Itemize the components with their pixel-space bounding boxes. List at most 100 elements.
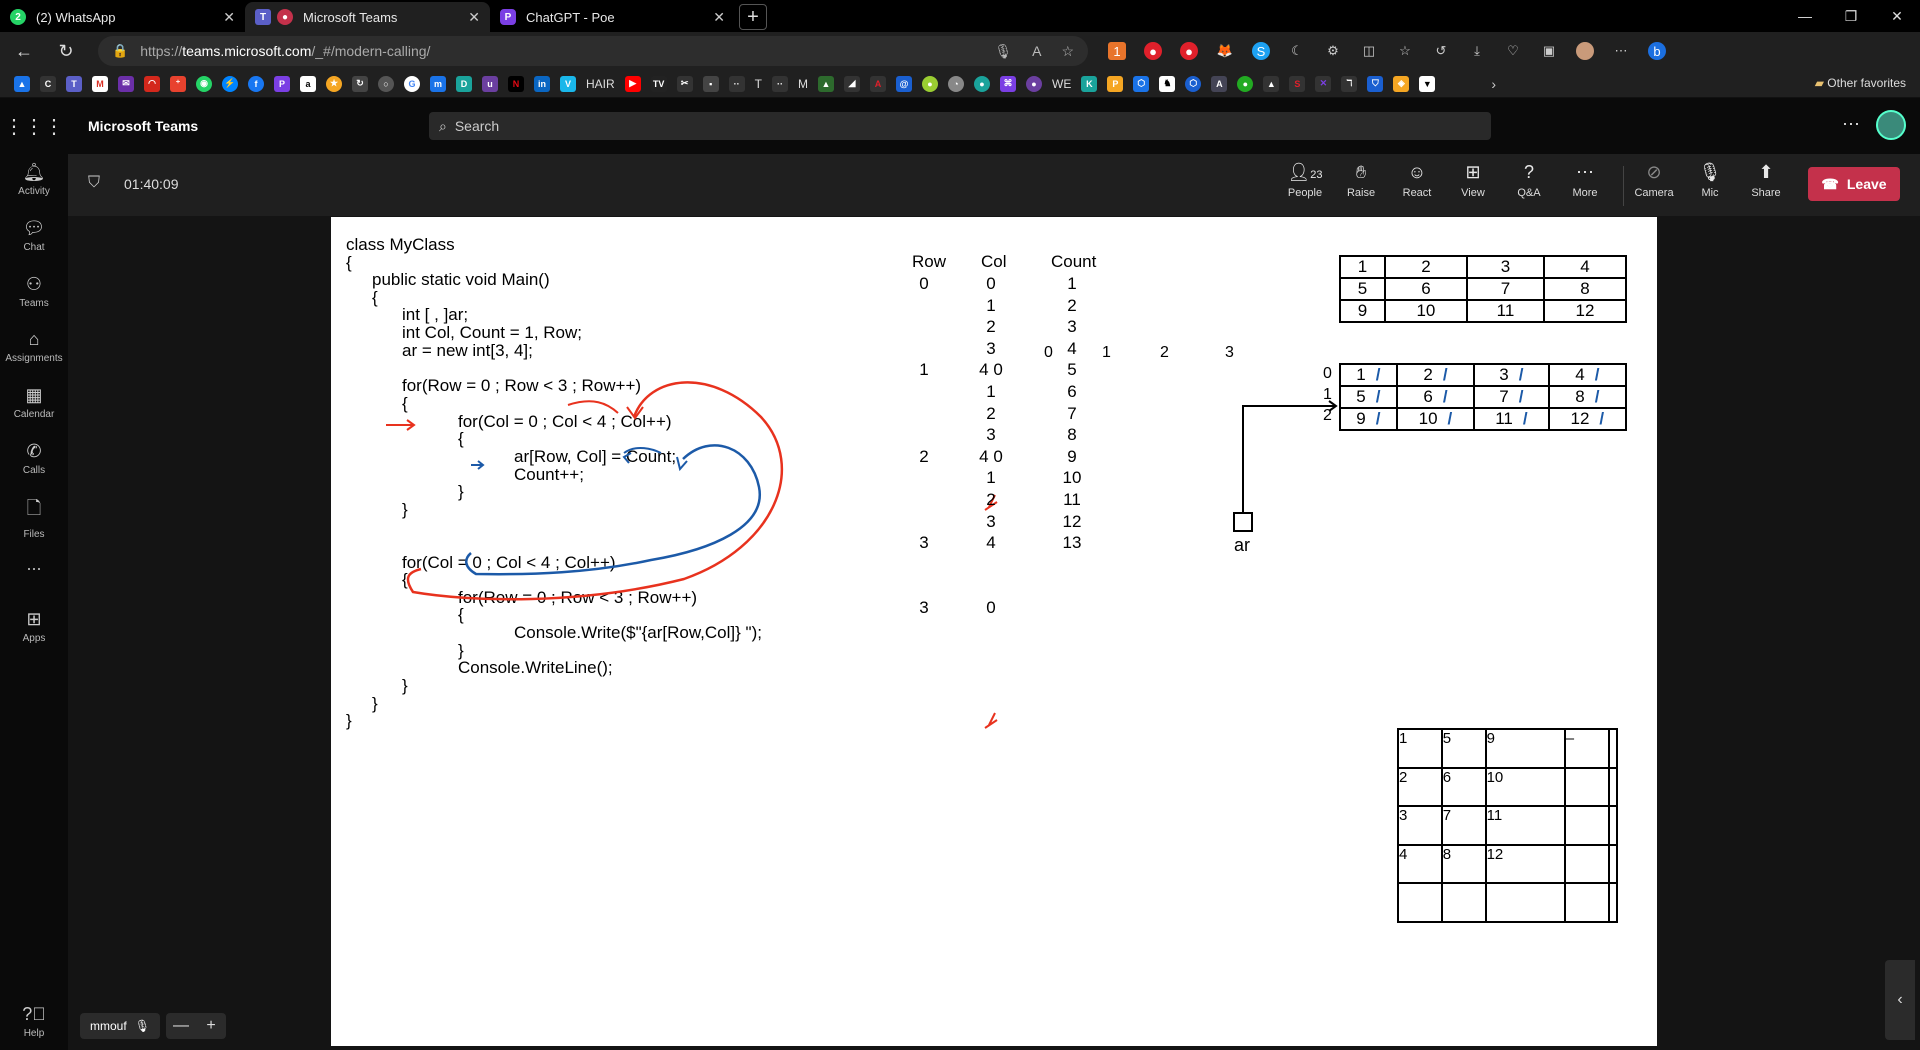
google-icon[interactable]: G (404, 75, 420, 92)
bookmark-icon[interactable]: ◠ (144, 75, 160, 92)
bookmark-icon[interactable]: ◢ (844, 75, 861, 92)
rail-item-assignments[interactable]: ⌂ Assignments (0, 329, 68, 364)
bookmark-icon[interactable]: D (456, 75, 472, 92)
download-icon[interactable]: ⤓ (1468, 42, 1486, 60)
close-window-icon[interactable]: ✕ (1874, 0, 1920, 32)
zoom-in-button[interactable]: + (196, 1017, 226, 1035)
extension-icon[interactable]: ● (1144, 42, 1162, 60)
mic-button[interactable]: 🎙︎ Mic (1682, 162, 1738, 199)
extensions-icon[interactable]: ⚙ (1324, 42, 1342, 60)
bookmark-icon[interactable]: ·· (772, 75, 789, 92)
performance-icon[interactable]: ♡ (1504, 42, 1522, 60)
amazon-icon[interactable]: a (300, 75, 316, 92)
rail-item-apps[interactable]: ⊞ Apps (0, 609, 68, 644)
bookmark-icon[interactable]: ▪ (702, 75, 719, 92)
url-field[interactable]: 🔒 https://teams.microsoft.com/_#/modern-… (98, 36, 1088, 66)
profile-avatar[interactable] (1576, 42, 1594, 60)
bookmark-icon[interactable]: @ (896, 75, 913, 92)
rail-item-more[interactable]: ... (0, 554, 68, 575)
rail-item-teams[interactable]: ⚇ Teams (0, 274, 68, 309)
bookmark-icon[interactable]: ▲ (1263, 75, 1280, 92)
tab-teams[interactable]: T ● Microsoft Teams ✕ (245, 2, 490, 32)
extension-icon[interactable]: ● (1180, 42, 1198, 60)
rail-item-chat[interactable]: 💬︎ Chat (0, 218, 68, 253)
more-button[interactable]: ⋯ More (1557, 162, 1613, 199)
bing-icon[interactable]: b (1648, 42, 1666, 60)
bookmark-m[interactable]: M (798, 77, 808, 91)
mic-icon[interactable]: 🎙 (994, 43, 1012, 60)
people-button[interactable]: 👤︎23 People (1277, 162, 1333, 199)
new-tab-button[interactable]: + (739, 4, 767, 30)
close-icon[interactable]: ✕ (223, 9, 235, 26)
refresh-icon[interactable]: ↻ (48, 36, 84, 66)
rail-item-calendar[interactable]: ▦ Calendar (0, 385, 68, 420)
bookmark-icon[interactable]: ↻ (352, 75, 368, 92)
dark-mode-icon[interactable]: ☾ (1288, 42, 1306, 60)
raise-hand-button[interactable]: ✋︎ Raise (1333, 162, 1389, 199)
metamask-icon[interactable]: 🦊 (1216, 42, 1234, 60)
messenger-icon[interactable]: ⚡ (222, 75, 238, 92)
bookmark-icon[interactable]: ⌘ (1000, 75, 1017, 92)
bookmark-icon[interactable]: ● (1237, 75, 1254, 92)
bookmark-icon[interactable]: A (870, 75, 887, 92)
collapse-panel-button[interactable]: ‹ (1885, 960, 1915, 1040)
bookmark-icon[interactable]: A (1211, 75, 1228, 92)
bookmark-icon[interactable]: ▼ (1419, 75, 1436, 92)
more-icon[interactable]: ⋯ (1612, 42, 1630, 60)
other-favorites[interactable]: ▰ Other favorites (1815, 76, 1906, 90)
bookmark-icon[interactable]: ◔ (948, 75, 965, 92)
bookmark-icon[interactable]: ◈ (1393, 75, 1410, 92)
whatsapp-icon[interactable]: ◉ (196, 75, 212, 92)
bookmark-icon[interactable]: ★ (326, 75, 342, 92)
bookmark-icon[interactable]: ● (1026, 75, 1043, 92)
zoom-out-button[interactable]: — (166, 1017, 196, 1035)
youtube-icon[interactable]: ▶ (624, 75, 641, 92)
close-icon[interactable]: ✕ (713, 9, 725, 26)
rail-item-calls[interactable]: ✆ Calls (0, 441, 68, 476)
bookmark-icon[interactable]: ℸ (1341, 75, 1358, 92)
netflix-icon[interactable]: N (508, 75, 524, 92)
bookmark-icon[interactable]: ✂ (676, 75, 693, 92)
split-screen-icon[interactable]: ◫ (1360, 42, 1378, 60)
close-icon[interactable]: ✕ (468, 9, 480, 26)
bookmark-icon[interactable]: C (40, 75, 56, 92)
rail-item-help[interactable]: ?⃝ Help (0, 1004, 68, 1039)
bookmark-icon[interactable]: S (1289, 75, 1306, 92)
bookmark-icon[interactable]: ·· (728, 75, 745, 92)
bookmark-icon[interactable]: ▲ (818, 75, 835, 92)
view-button[interactable]: ⊞ View (1445, 162, 1501, 199)
bookmark-icon[interactable]: ⬡ (1185, 75, 1202, 92)
back-icon[interactable]: ← (6, 36, 42, 66)
rail-item-activity[interactable]: 🔔︎ Activity (0, 162, 68, 197)
bookmark-we[interactable]: WE (1052, 77, 1071, 91)
teams-bookmark-icon[interactable]: T (66, 75, 82, 92)
react-button[interactable]: ☺ React (1389, 162, 1445, 199)
search-input[interactable]: ⌕ Search (429, 112, 1491, 140)
favorites-icon[interactable]: ☆ (1396, 42, 1414, 60)
bookmark-icon[interactable]: ⬡ (1133, 75, 1150, 92)
yahoo-icon[interactable]: ✉ (118, 75, 134, 92)
bookmark-icon[interactable]: m (430, 75, 446, 92)
tab-whatsapp[interactable]: 2 (2) WhatsApp ✕ (0, 2, 245, 32)
restore-icon[interactable]: ❐ (1828, 0, 1874, 32)
qa-button[interactable]: ? Q&A (1501, 162, 1557, 199)
chevron-right-icon[interactable]: › (1491, 76, 1496, 92)
share-button[interactable]: ⬆ Share (1738, 162, 1794, 199)
gmail-icon[interactable]: M (92, 75, 108, 92)
history-icon[interactable]: ↺ (1432, 42, 1450, 60)
rail-item-files[interactable]: 🗋 Files (0, 496, 68, 540)
bookmark-icon[interactable]: u (482, 75, 498, 92)
poe-icon[interactable]: P (274, 75, 290, 92)
more-icon[interactable]: ⋯ (1842, 114, 1860, 135)
bookmark-t[interactable]: T (755, 77, 762, 91)
camera-button[interactable]: ⊘ Camera (1626, 162, 1682, 199)
bookmark-icon[interactable]: TV (650, 75, 667, 92)
bookmark-icon[interactable]: ⁺ (170, 75, 186, 92)
collections-icon[interactable]: ▣ (1540, 42, 1558, 60)
bookmark-icon[interactable]: ⛉ (1367, 75, 1384, 92)
app-launcher-icon[interactable]: ⋮⋮⋮ (0, 114, 68, 139)
read-aloud-icon[interactable]: A (1032, 43, 1041, 60)
bookmark-icon[interactable]: ○ (378, 75, 394, 92)
extension-icon[interactable]: S (1252, 42, 1270, 60)
bookmark-icon[interactable]: P (1107, 75, 1124, 92)
